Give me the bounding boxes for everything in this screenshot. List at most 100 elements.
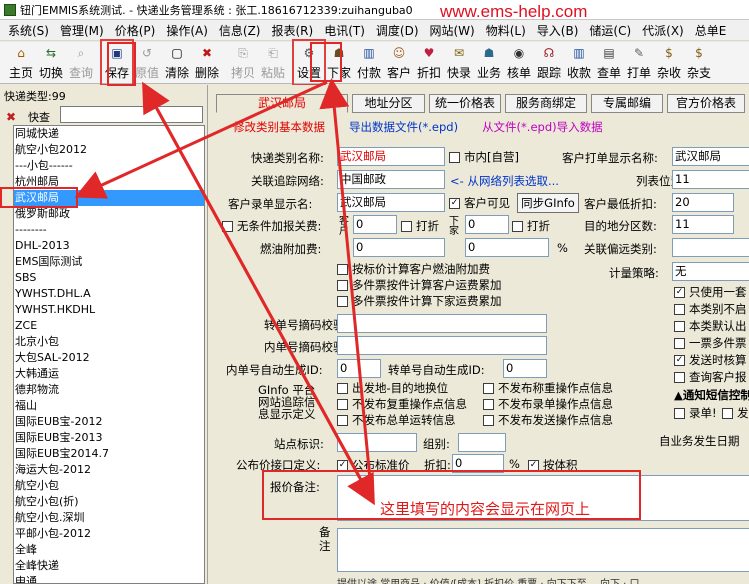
menu-telecom[interactable]: 电讯(T)	[320, 22, 372, 39]
business-button[interactable]: ☗ 业务	[474, 42, 504, 82]
subtab-import[interactable]: 从文件(*.epd)导入数据	[482, 119, 603, 135]
fuel-cust-input[interactable]: 0	[353, 238, 445, 257]
copy-button[interactable]: ⎘ 拷贝	[228, 42, 258, 82]
list-item[interactable]: --------	[14, 222, 204, 238]
menu-price[interactable]: 价格(P)	[111, 22, 163, 39]
list-item[interactable]: YWHST.HKDHL	[14, 302, 204, 318]
multi-next-checkbox[interactable]: 多件票按件计算下家运费累加	[337, 293, 502, 309]
right-checkbox[interactable]: ✓ 只使用一套	[674, 284, 747, 300]
list-item[interactable]: 平邮小包-2012	[14, 526, 204, 542]
sms-control-label[interactable]: ▲通知短信控制	[674, 387, 749, 403]
menu-report[interactable]: 报表(R)	[267, 22, 320, 39]
list-item[interactable]: DHL-2013	[14, 238, 204, 254]
list-item[interactable]: 福山	[14, 398, 204, 414]
verify-button[interactable]: ◉ 核单	[504, 42, 534, 82]
fuel-next-input[interactable]: 0	[465, 238, 549, 257]
cust-name-input[interactable]: 武汉邮局	[337, 193, 445, 212]
tab-address-zone[interactable]: 地址分区	[352, 94, 425, 113]
list-item[interactable]: YWHST.DHL.A	[14, 286, 204, 302]
right-checkbox[interactable]: 本类别不启	[674, 301, 747, 317]
payment-button[interactable]: ▥ 付款	[354, 42, 384, 82]
menu-total[interactable]: 总单E	[691, 22, 734, 39]
switch-button[interactable]: ⇆ 切换	[36, 42, 66, 82]
no-send-checkbox[interactable]: 不发布发送操作点信息	[483, 412, 613, 428]
menu-manage[interactable]: 管理(M)	[56, 22, 111, 39]
type-name-input[interactable]: 武汉邮局	[337, 147, 445, 166]
query-button[interactable]: ⌕ 查询	[66, 42, 96, 82]
right-checkbox[interactable]: 查询客户报	[674, 369, 747, 385]
track-net-hint[interactable]: <- 从网络列表选取...	[450, 173, 559, 189]
list-item[interactable]: 全峰	[14, 542, 204, 558]
right-checkbox[interactable]: 录单!	[674, 405, 717, 421]
list-item[interactable]: ZCE	[14, 318, 204, 334]
inner-check-input[interactable]	[337, 336, 547, 355]
menu-website[interactable]: 网站(W)	[426, 22, 482, 39]
home-button[interactable]: ⌂ 主页	[6, 42, 36, 82]
menu-operate[interactable]: 操作(A)	[162, 22, 215, 39]
right-checkbox[interactable]: ✓ 发送时核算	[674, 352, 747, 368]
list-item[interactable]: 航空小包.深圳	[14, 510, 204, 526]
right-checkbox[interactable]: 本类默认出	[674, 318, 747, 334]
strategy-select[interactable]: 无	[672, 262, 749, 281]
list-item[interactable]: 航空小包(折)	[14, 494, 204, 510]
uncond-fee-checkbox[interactable]: 无条件加报关费:	[222, 218, 321, 234]
menu-delivery[interactable]: 代派(X)	[638, 22, 691, 39]
list-item[interactable]: 北京小包	[14, 334, 204, 350]
sync-ginfo-button[interactable]: 同步GInfo	[517, 193, 579, 213]
print-name-input[interactable]: 武汉邮局	[672, 147, 749, 166]
quick-entry-button[interactable]: ✉ 快录	[444, 42, 474, 82]
customer-button[interactable]: ☺ 客户	[384, 42, 414, 82]
tab-basic[interactable]: 武汉邮局	[216, 94, 348, 113]
cust-discount-checkbox[interactable]: 打折	[401, 218, 439, 234]
misc-income-button[interactable]: $ 杂收	[654, 42, 684, 82]
trans-auto-input[interactable]: 0	[503, 359, 547, 378]
min-discount-input[interactable]: 20	[672, 193, 734, 212]
subtab-export[interactable]: 导出数据文件(*.epd)	[349, 119, 458, 135]
tab-provider-binding[interactable]: 服务商绑定	[505, 94, 587, 113]
list-item[interactable]: EMS国际测试	[14, 254, 204, 270]
no-weigh-checkbox[interactable]: 不发布称重操作点信息	[483, 380, 613, 396]
tab-official-price[interactable]: 官方价格表	[667, 94, 745, 113]
menu-storage[interactable]: 储运(C)	[585, 22, 638, 39]
group-input[interactable]	[458, 433, 506, 452]
right-checkbox[interactable]: 一票多件票	[674, 335, 747, 351]
list-item[interactable]: 航空小包	[14, 478, 204, 494]
clear-button[interactable]: ▢ 清除	[162, 42, 192, 82]
menu-material[interactable]: 物料(L)	[482, 22, 533, 39]
list-item[interactable]: 国际EUB宝-2012	[14, 414, 204, 430]
uncond-fee-next-input[interactable]: 0	[465, 215, 509, 234]
next-discount-checkbox[interactable]: 打折	[512, 218, 550, 234]
no-bill-checkbox[interactable]: 不发布总单运转信息	[337, 412, 456, 428]
tab-unified-price[interactable]: 统一价格表	[429, 94, 501, 113]
list-item[interactable]: 同城快递	[14, 126, 204, 142]
tab-postcode[interactable]: 专属邮编	[591, 94, 663, 113]
list-item[interactable]: 全峰快递	[14, 558, 204, 574]
print-bill-button[interactable]: ✎ 打单	[624, 42, 654, 82]
subtab-edit-basic[interactable]: 修改类别基本数据	[233, 119, 325, 135]
track-net-input[interactable]: 中国邮政	[337, 170, 445, 189]
remote-input[interactable]	[672, 238, 749, 257]
list-item[interactable]: 德邦物流	[14, 382, 204, 398]
original-button[interactable]: ↺ 原值	[132, 42, 162, 82]
list-item[interactable]: 航空小包2012	[14, 142, 204, 158]
cust-visible-checkbox[interactable]: ✓ 客户可见	[449, 195, 510, 211]
fuel-by-price-checkbox[interactable]: 按标价计算客户燃油附加费	[337, 261, 490, 277]
multi-cust-checkbox[interactable]: 多件票按件计算客户运费累加	[337, 277, 502, 293]
trans-check-input[interactable]	[337, 314, 547, 333]
track-button[interactable]: ☊ 跟踪	[534, 42, 564, 82]
list-item[interactable]: 大包SAL-2012	[14, 350, 204, 366]
no-record-checkbox[interactable]: 不发布录单操作点信息	[483, 396, 613, 412]
uncond-fee-cust-input[interactable]: 0	[353, 215, 397, 234]
delete-button[interactable]: ✖ 删除	[192, 42, 222, 82]
paste-button[interactable]: ⎗ 粘贴	[258, 42, 288, 82]
receive-button[interactable]: ▥ 收款	[564, 42, 594, 82]
station-input[interactable]	[337, 433, 417, 452]
send-checkbox[interactable]: 发	[722, 405, 749, 421]
search-input[interactable]	[60, 106, 203, 123]
no-review-checkbox[interactable]: 不发布复重操作点信息	[337, 396, 467, 412]
discount-button[interactable]: ♥ 折扣	[414, 42, 444, 82]
list-item[interactable]: 海运大包-2012	[14, 462, 204, 478]
list-pos-input[interactable]: 11	[672, 170, 749, 189]
list-item[interactable]: 国际EUB宝-2013	[14, 430, 204, 446]
menu-system[interactable]: 系统(S)	[4, 22, 56, 39]
